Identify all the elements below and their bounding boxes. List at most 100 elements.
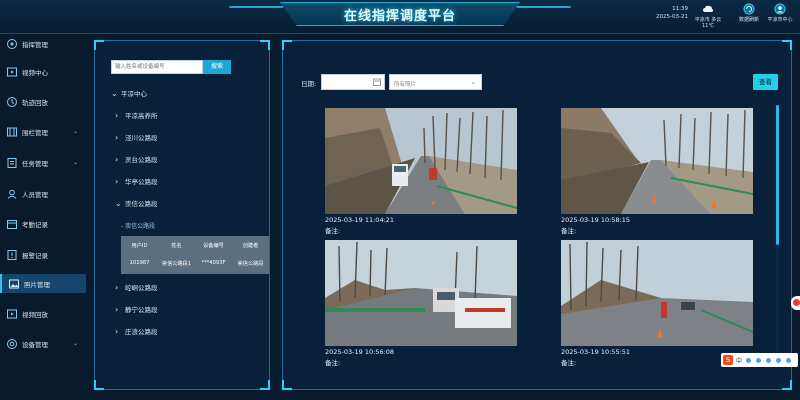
tree-root[interactable]: ⌄ 平凉中心 <box>111 87 147 99</box>
panel-corner <box>282 40 292 50</box>
chevron-down-icon: ⌄ <box>72 159 78 166</box>
chevron-right-icon: › <box>115 154 119 164</box>
table-cell: 崇信公路段 <box>237 260 264 267</box>
photo-note: 备注: <box>561 227 577 235</box>
search-input[interactable] <box>111 60 203 74</box>
photo-thumbnail[interactable] <box>325 240 517 346</box>
table-header: 用户ID 姓名 设备编号 创建者 <box>121 238 269 252</box>
photo-card[interactable]: 2025-03-19 10:56:08 备注: <box>325 240 517 367</box>
photo-card[interactable]: 2025-03-19 11:04:21 备注: <box>325 108 517 235</box>
user-center-button[interactable]: 平凉市中心 <box>762 3 798 23</box>
tree-node-label: 泾川公路段 <box>125 134 158 142</box>
sidebar-item-label: 考勤记录 <box>22 220 48 229</box>
page-title: 在线指挥调度平台 <box>343 8 456 24</box>
sidebar-item-label: 照片管理 <box>24 280 50 289</box>
ime-tool-icon[interactable] <box>776 357 782 363</box>
panel-corner <box>260 40 270 50</box>
ime-tool-icon[interactable] <box>786 357 792 363</box>
tree-node[interactable]: › 庄浪公路段 <box>115 325 158 337</box>
fence-icon <box>7 127 17 136</box>
photo-card[interactable]: 2025-03-19 10:55:51 备注: <box>561 240 753 367</box>
photo-card[interactable]: 2025-03-19 10:58:15 备注: <box>561 108 753 235</box>
ime-tool-icon[interactable] <box>756 357 762 363</box>
sidebar-item-label: 设备管理 <box>22 340 48 349</box>
sidebar-item-task[interactable]: 任务管理 ⌄ <box>0 153 86 172</box>
title-plate: 在线指挥调度平台 <box>280 2 520 26</box>
playback-icon <box>7 309 17 318</box>
search-button[interactable]: 搜索 <box>203 60 231 74</box>
photo-timestamp: 2025-03-19 10:56:08 <box>325 348 395 356</box>
organization-tree-panel: 搜索 ⌄ 平凉中心 › 平凉高养所 › 泾川公路段 › 灵台公路段 › 华亭公路… <box>94 40 270 390</box>
select-value: 所有照片 <box>394 82 417 88</box>
tree-node-label: 平凉高养所 <box>125 112 158 120</box>
panel-corner <box>282 380 292 390</box>
sidebar-item-label: 指挥管理 <box>22 40 48 49</box>
tree-node[interactable]: › 静宁公路段 <box>115 303 158 315</box>
table-header-cell: 姓名 <box>171 242 182 249</box>
ime-tool-icon[interactable] <box>766 357 772 363</box>
refresh-label: 数据刷新 <box>738 17 759 23</box>
alarm-icon <box>7 249 17 260</box>
table-row[interactable]: 101987 崇信公路段1 ***4093F 崇信公路段 <box>121 256 269 270</box>
tree-node[interactable]: › 泾川公路段 <box>115 131 158 143</box>
panel-corner <box>94 380 104 390</box>
chevron-right-icon: › <box>115 282 119 292</box>
tree-node-label: 平凉中心 <box>121 90 147 98</box>
panel-corner <box>782 380 792 390</box>
chevron-right-icon: › <box>115 176 119 186</box>
sidebar-item-playback[interactable]: 视频回放 <box>0 304 86 323</box>
sidebar-item-alarm[interactable]: 报警记录 <box>0 245 86 264</box>
tree-node-label: 庄浪公路段 <box>125 328 158 336</box>
ime-toolbar[interactable]: S 中 <box>721 353 798 367</box>
panel-corner <box>260 380 270 390</box>
sidebar-item-photo[interactable]: 照片管理 <box>0 274 86 293</box>
sidebar-item-label: 视频中心 <box>22 68 48 77</box>
road-photo-image <box>561 240 753 346</box>
photo-panel: 日期: 所有照片 ⌄ 查看 2025-03-19 11:04:21 备注: 20… <box>282 40 792 390</box>
tree-node-label: 崇信公路段 <box>125 200 158 208</box>
floating-side-button[interactable] <box>791 296 800 310</box>
tree-node[interactable]: › 平凉高养所 <box>115 109 158 121</box>
clock: 11:39 2025-03-21 <box>648 5 688 21</box>
tree-node-expanded[interactable]: ⌄ 崇信公路段 <box>115 197 158 209</box>
top-header: 在线指挥调度平台 11:39 2025-03-21 平凉市 多云 11℃ 数据刷… <box>0 0 800 34</box>
sidebar-item-video[interactable]: 视频中心 <box>0 62 86 81</box>
cloud-icon <box>703 5 713 12</box>
sidebar-item-personnel[interactable]: 人员管理 <box>0 184 86 203</box>
query-button[interactable]: 查看 <box>753 74 778 90</box>
photo-thumbnail[interactable] <box>561 240 753 346</box>
sidebar-item-fence[interactable]: 围栏管理 ⌄ <box>0 122 86 141</box>
photo-timestamp: 2025-03-19 11:04:21 <box>325 216 395 224</box>
scrollbar-thumb[interactable] <box>776 105 779 245</box>
ime-tool-icon[interactable] <box>746 357 752 363</box>
photo-thumbnail[interactable] <box>561 108 753 214</box>
command-icon <box>7 38 17 49</box>
tree-node-label: 崆峒公路段 <box>125 284 158 292</box>
road-photo-image <box>325 240 517 346</box>
photo-type-select[interactable]: 所有照片 ⌄ <box>389 74 482 90</box>
refresh-icon <box>743 3 755 15</box>
device-icon <box>7 338 17 349</box>
chevron-down-icon: ⌄ <box>72 340 78 347</box>
road-photo-image <box>561 108 753 214</box>
chevron-right-icon: › <box>115 110 119 120</box>
sidebar-item-device[interactable]: 设备管理 ⌄ <box>0 334 86 353</box>
user-center-label: 平凉市中心 <box>767 17 793 23</box>
tree-node[interactable]: › 华亭公路段 <box>115 175 158 187</box>
panel-corner <box>94 40 104 50</box>
sidebar-item-label: 围栏管理 <box>22 128 48 137</box>
tree-node-label: 静宁公路段 <box>125 306 158 314</box>
tree-node[interactable]: › 灵台公路段 <box>115 153 158 165</box>
photo-note: 备注: <box>325 359 341 367</box>
photo-thumbnail[interactable] <box>325 108 517 214</box>
tree-leaf[interactable]: - 崇信公路段 <box>121 221 155 230</box>
sidebar-item-command[interactable]: 指挥管理 <box>0 34 86 53</box>
sidebar-item-track[interactable]: 轨迹回放 <box>0 92 86 111</box>
sidebar-item-attendance[interactable]: 考勤记录 <box>0 214 86 233</box>
tree-node[interactable]: › 崆峒公路段 <box>115 281 158 293</box>
table-cell: 101987 <box>129 260 150 266</box>
date-picker[interactable] <box>321 74 385 90</box>
table-cell: ***4093F <box>201 260 226 266</box>
chevron-right-icon: › <box>115 304 119 314</box>
title-decoration-right <box>515 6 579 20</box>
